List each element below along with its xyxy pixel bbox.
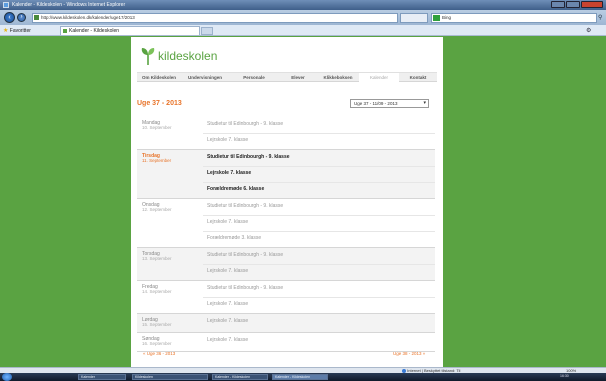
address-url: http://www.kildeskolen.dk/kalender/uge17… [41, 15, 135, 20]
calendar-day: Lørdag 15. September Lejrskole 7. klasse [137, 314, 435, 332]
menu-item-5[interactable]: Kalender [359, 73, 399, 82]
logo-text: kildeskolen [158, 49, 218, 63]
address-toolbar: ‹ › http://www.kildeskolen.dk/kalender/u… [0, 10, 606, 25]
taskbar-button[interactable]: Kildeskolen [132, 374, 208, 380]
event-divider [203, 264, 435, 265]
maximize-button[interactable] [566, 1, 580, 8]
calendar-event[interactable]: Studietur til Edinbourgh - 9. klasse [207, 121, 283, 128]
back-button[interactable]: ‹ [4, 12, 15, 23]
calendar-event[interactable]: Lejrskole 7. klasse [207, 268, 248, 275]
sprout-icon [141, 48, 155, 65]
event-divider [203, 133, 435, 134]
week-select[interactable]: Uge 37 - 11/09 - 2013 ▾ [350, 99, 429, 108]
day-divider [137, 313, 435, 314]
day-date: 10. September [142, 125, 172, 130]
taskbar-button[interactable]: Kalender [78, 374, 126, 380]
calendar-event[interactable]: Lejrskole 7. klasse [207, 170, 251, 177]
event-divider [203, 297, 435, 298]
calendar-event[interactable]: Studietur til Edinbourgh - 9. klasse [207, 154, 290, 161]
window-titlebar: Kalender - Kildeskolen - Windows Interne… [0, 0, 606, 10]
main-menu: Om Kildeskolen Undervisningen Personale Ele… [137, 72, 437, 82]
gear-icon[interactable]: ⚙ [586, 27, 591, 34]
page-content: kildeskolen Om Kildeskolen Undervisningen… [131, 37, 443, 367]
calendar-day: Tirsdag 11. September Studietur til Edinbo… [137, 150, 435, 198]
day-divider [137, 247, 435, 248]
event-divider [203, 215, 435, 216]
calendar-event[interactable]: Studietur til Edinbourgh - 9. klasse [207, 252, 283, 259]
page-icon [34, 15, 39, 20]
favorites-label: Favoritter [9, 28, 31, 34]
search-field[interactable]: Bing [431, 13, 597, 23]
calendar-event[interactable]: Forældremøde 3. klasse [207, 235, 261, 242]
calendar-event[interactable]: Lejrskole 7. klasse [207, 137, 248, 144]
browser-tab[interactable]: Kalender - Kildeskolen [60, 26, 200, 35]
favorites-bar: ★ Favoritter Kalender - Kildeskolen ⚙ [0, 25, 606, 36]
taskbar-button[interactable]: Kalender - Kildeskolen [272, 374, 328, 380]
day-divider [137, 198, 435, 199]
new-tab-button[interactable] [201, 27, 213, 35]
menu-item-1[interactable]: Undervisningen [181, 73, 229, 82]
day-date: 12. September [142, 207, 172, 212]
calendar-day: Onsdag 12. September Studietur til Edinbou… [137, 199, 435, 247]
week-select-value: Uge 37 - 11/09 - 2013 [354, 101, 398, 106]
day-date: 15. September [142, 322, 172, 327]
menu-item-0[interactable]: Om Kildeskolen [137, 73, 181, 82]
menu-item-3[interactable]: Elever [279, 73, 317, 82]
search-icon[interactable]: ⚲ [598, 14, 604, 22]
day-divider [137, 280, 435, 281]
day-divider [137, 149, 435, 150]
tab-label: Kalender - Kildeskolen [69, 28, 120, 34]
forward-button[interactable]: › [17, 13, 26, 22]
page-title: Uge 37 - 2013 [137, 100, 182, 107]
calendar-day: Fredag 14. September Studietur til Edinbou… [137, 281, 435, 313]
event-divider [203, 182, 435, 183]
menu-item-4[interactable]: Klikkeboksen [317, 73, 359, 82]
calendar-event[interactable]: Studietur til Edinbourgh - 9. klasse [207, 285, 283, 292]
window-title: Kalender - Kildeskolen - Windows Interne… [12, 2, 126, 8]
tray-clock: 16:30 [560, 374, 569, 378]
day-date: 13. September [142, 256, 172, 261]
calendar-event[interactable]: Studietur til Edinbourgh - 9. klasse [207, 203, 283, 210]
tab-favicon [63, 29, 67, 33]
taskbar-button[interactable]: Kalender - Kildeskolen [212, 374, 268, 380]
star-icon: ★ [3, 28, 9, 34]
calendar-day: Søndag 16. September Lejrskole 7. klasse [137, 333, 435, 351]
event-divider [203, 231, 435, 232]
calendar-day: Torsdag 13. September Studietur til Edinbo… [137, 248, 435, 280]
address-field[interactable]: http://www.kildeskolen.dk/kalender/uge17… [32, 13, 398, 23]
start-button[interactable] [2, 373, 12, 381]
day-divider [137, 351, 435, 352]
calendar-event[interactable]: Lejrskole 7. klasse [207, 337, 248, 344]
day-date: 14. September [142, 289, 172, 294]
calendar-event[interactable]: Lejrskole 7. klasse [207, 318, 248, 325]
day-date: 11. September [142, 158, 172, 163]
day-date: 16. September [142, 341, 172, 346]
bing-icon [433, 15, 440, 21]
favorites-button[interactable]: ★ Favoritter [3, 27, 31, 34]
refresh-stop-buttons[interactable] [400, 13, 428, 23]
calendar-event[interactable]: Lejrskole 7. klasse [207, 219, 248, 226]
menu-item-6[interactable]: Kontakt [399, 73, 437, 82]
ie-icon [3, 2, 9, 8]
calendar-event[interactable]: Forældremøde 6. klasse [207, 186, 264, 193]
close-button[interactable] [581, 1, 603, 8]
minimize-button[interactable] [551, 1, 565, 8]
calendar-event[interactable]: Lejrskole 7. klasse [207, 301, 248, 308]
event-divider [203, 166, 435, 167]
chevron-down-icon: ▾ [423, 100, 426, 106]
day-divider [137, 332, 435, 333]
search-engine: Bing [442, 15, 452, 20]
menu-item-2[interactable]: Personale [229, 73, 279, 82]
calendar-day: Mandag 10. September Studietur til Edinbou… [137, 117, 435, 149]
taskbar: 16:30 Kalender Kildeskolen Kalender - Kild… [0, 373, 606, 381]
